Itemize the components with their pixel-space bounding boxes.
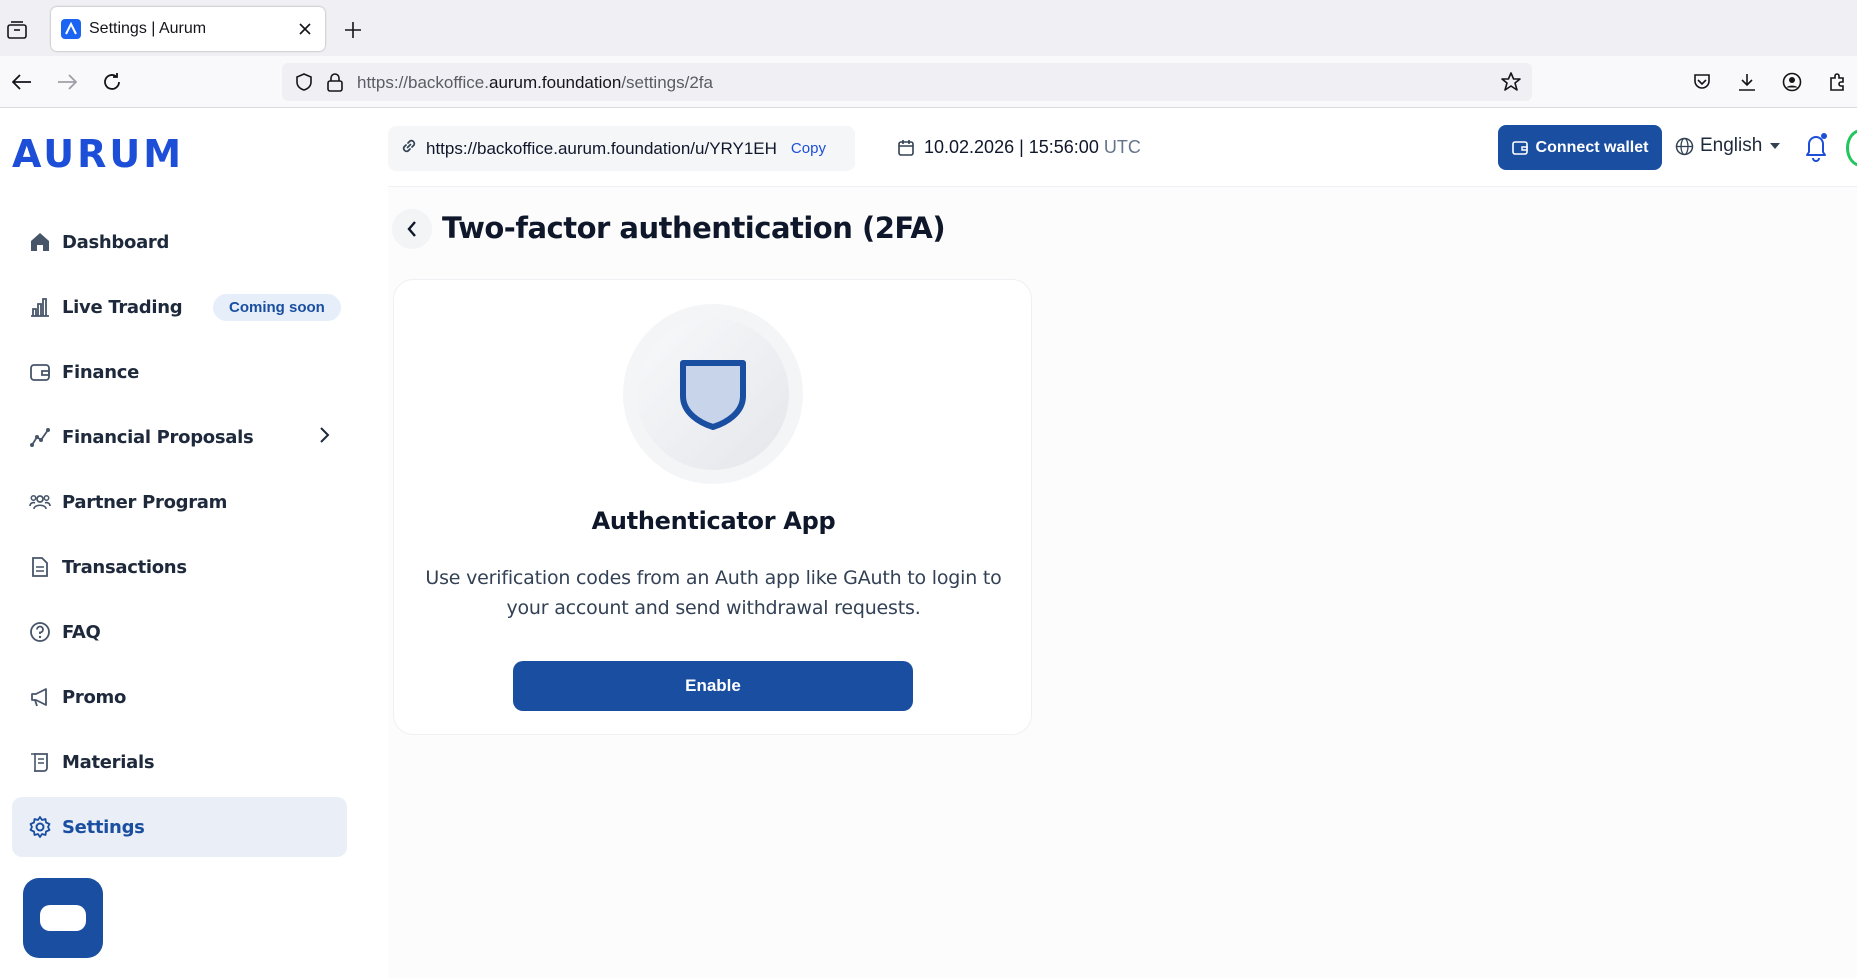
shield-icon — [680, 360, 746, 430]
tracking-shield-icon[interactable] — [294, 72, 314, 97]
trend-icon — [28, 425, 52, 449]
browser-tab-bar: Settings | Aurum — [0, 0, 1857, 56]
connect-wallet-button[interactable]: Connect wallet — [1498, 125, 1662, 170]
browser-tab[interactable]: Settings | Aurum — [51, 7, 325, 51]
browser-nav-bar: https://backoffice.aurum.foundation/sett… — [0, 56, 1857, 108]
calendar-icon — [897, 139, 915, 157]
sidebar-item-label: Settings — [62, 816, 145, 838]
wallet-icon — [1511, 140, 1528, 156]
main-content: Two-factor authentication (2FA) Authenti… — [388, 187, 1857, 978]
caret-down-icon — [1770, 143, 1781, 149]
notifications-bell-icon[interactable] — [1802, 132, 1830, 162]
sidebar-item-materials[interactable]: Materials — [12, 732, 347, 792]
sidebar-item-label: Materials — [62, 751, 155, 773]
sidebar-item-label: Live Trading — [62, 296, 183, 318]
app-root: AURUM Dashboard Live Trading Coming soon… — [0, 108, 1857, 978]
sidebar-item-live-trading[interactable]: Live Trading Coming soon — [12, 277, 347, 337]
avatar[interactable] — [1846, 129, 1857, 167]
sidebar-item-label: FAQ — [62, 621, 101, 643]
card-description: Use verification codes from an Auth app … — [425, 567, 1002, 619]
sidebar-item-promo[interactable]: Promo — [12, 667, 347, 727]
sidebar-item-label: Partner Program — [62, 491, 228, 513]
language-label: English — [1700, 135, 1763, 156]
sidebar: Dashboard Live Trading Coming soon Finan… — [12, 212, 347, 862]
page-title: Two-factor authentication (2FA) — [442, 211, 946, 245]
download-icon[interactable] — [1735, 70, 1759, 94]
date-text: 10.02.2026 | 15:56:00 — [924, 137, 1099, 157]
sidebar-item-transactions[interactable]: Transactions — [12, 537, 347, 597]
scroll-icon — [28, 750, 52, 774]
back-arrow-icon[interactable] — [10, 70, 34, 94]
url-text: https://backoffice.aurum.foundation/sett… — [357, 73, 713, 92]
extensions-puzzle-icon[interactable] — [1825, 70, 1849, 94]
close-tab-icon[interactable] — [295, 19, 315, 39]
reload-icon[interactable] — [100, 70, 124, 94]
sidebar-item-finance[interactable]: Finance — [12, 342, 347, 402]
lock-icon[interactable] — [326, 72, 344, 97]
timezone-text: UTC — [1103, 137, 1141, 157]
server-datetime: 10.02.2026 | 15:56:00 UTC — [897, 137, 1141, 158]
aurum-favicon-icon — [61, 19, 81, 39]
authenticator-app-card: Authenticator App Use verification codes… — [393, 279, 1032, 735]
home-icon — [28, 230, 52, 254]
sidebar-item-faq[interactable]: FAQ — [12, 602, 347, 662]
connect-wallet-label: Connect wallet — [1535, 138, 1649, 156]
wallet-icon — [28, 360, 52, 384]
sidebar-item-label: Promo — [62, 686, 127, 708]
sidebar-item-label: Dashboard — [62, 231, 170, 253]
sidebar-item-dashboard[interactable]: Dashboard — [12, 212, 347, 272]
copy-link-button[interactable]: Copy — [791, 140, 826, 157]
bar-chart-icon — [28, 295, 52, 319]
sidebar-item-settings[interactable]: Settings — [12, 797, 347, 857]
forward-arrow-icon[interactable] — [55, 70, 79, 94]
pocket-icon[interactable] — [1690, 70, 1714, 94]
users-icon — [28, 490, 52, 514]
language-selector[interactable]: English — [1675, 135, 1781, 157]
link-icon — [400, 137, 418, 160]
sidebar-item-partner-program[interactable]: Partner Program — [12, 472, 347, 532]
account-icon[interactable] — [1780, 70, 1804, 94]
bookmark-star-icon[interactable] — [1500, 71, 1522, 98]
sidebar-item-label: Transactions — [62, 556, 187, 578]
coming-soon-badge: Coming soon — [213, 294, 341, 321]
gear-icon — [28, 815, 52, 839]
enable-2fa-button[interactable]: Enable — [513, 661, 913, 711]
sidebar-item-financial-proposals[interactable]: Financial Proposals — [12, 407, 347, 467]
question-icon — [28, 620, 52, 644]
card-title: Authenticator App — [591, 507, 836, 535]
referral-link-box: https://backoffice.aurum.foundation/u/YR… — [388, 126, 855, 171]
chevron-right-icon[interactable] — [319, 425, 331, 450]
support-chat-button[interactable] — [23, 878, 103, 958]
sidebar-item-label: Finance — [62, 361, 140, 383]
tab-list-icon[interactable] — [5, 18, 29, 42]
sidebar-item-label: Financial Proposals — [62, 426, 254, 448]
chat-bubble-icon — [40, 905, 86, 931]
url-bar[interactable]: https://backoffice.aurum.foundation/sett… — [282, 63, 1532, 101]
aurum-logo[interactable]: AURUM — [12, 132, 184, 176]
shield-illustration — [623, 304, 803, 484]
new-tab-plus-icon[interactable] — [341, 18, 365, 42]
globe-icon — [1675, 137, 1694, 156]
megaphone-icon — [28, 685, 52, 709]
back-button[interactable] — [392, 209, 432, 249]
tab-title: Settings | Aurum — [89, 20, 207, 37]
document-icon — [28, 555, 52, 579]
referral-link-text: https://backoffice.aurum.foundation/u/YR… — [426, 138, 777, 158]
